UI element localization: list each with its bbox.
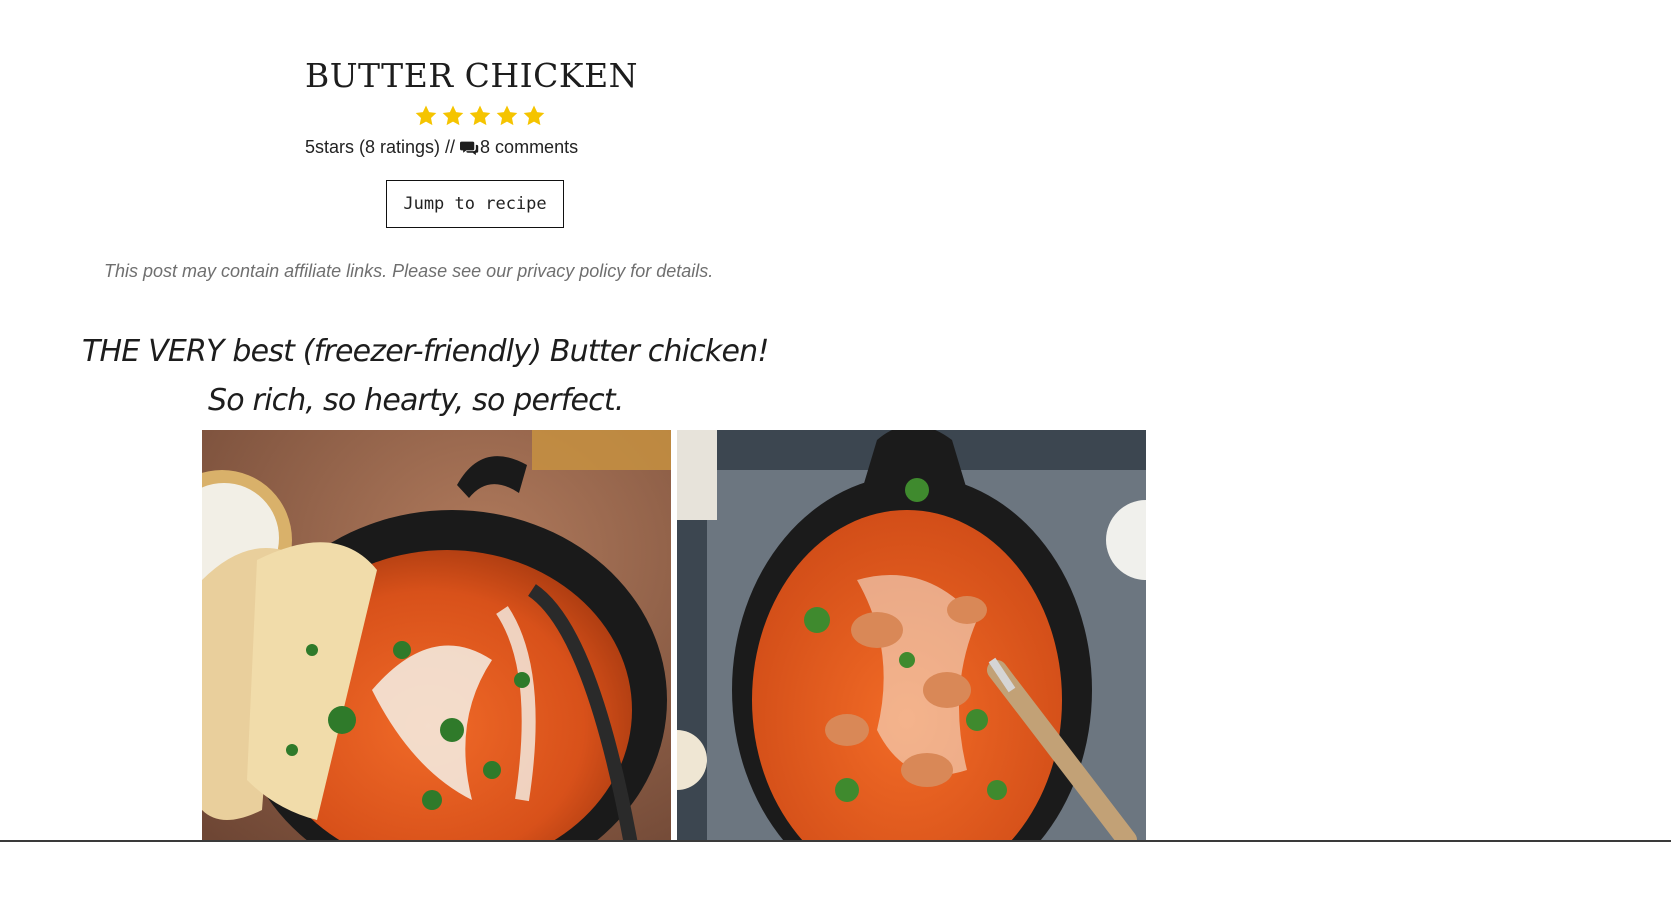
intro-line-2: So rich, so hearty, so perfect. — [208, 383, 624, 418]
recipe-title: BUTTER CHICKEN — [305, 56, 639, 95]
privacy-policy-link[interactable]: privacy policy — [517, 261, 625, 281]
rating-summary: 5stars (8 ratings) // 8 comments — [305, 137, 578, 158]
affiliate-disclaimer: This post may contain affiliate links. P… — [104, 261, 713, 282]
disclaimer-text-before: This post may contain affiliate links. P… — [104, 261, 518, 281]
star-icon[interactable] — [441, 104, 465, 128]
recipe-page: BUTTER CHICKEN 5stars (8 ratings) // 8 c… — [0, 0, 1671, 897]
star-icon[interactable] — [495, 104, 519, 128]
star-rating[interactable] — [414, 104, 546, 128]
comments-link[interactable]: 8 comments — [480, 137, 578, 158]
intro-line-1: THE VERY best (freezer-friendly) Butter … — [82, 334, 769, 369]
star-icon[interactable] — [522, 104, 546, 128]
butter-chicken-photo-right — [677, 430, 1146, 842]
butter-chicken-photo-left — [202, 430, 671, 842]
comments-icon — [460, 141, 479, 155]
star-icon[interactable] — [468, 104, 492, 128]
disclaimer-text-after: for details. — [625, 261, 714, 281]
rating-text: 5stars (8 ratings) // — [305, 137, 456, 157]
jump-to-recipe-button[interactable]: Jump to recipe — [386, 180, 564, 228]
star-icon[interactable] — [414, 104, 438, 128]
bottom-border — [0, 840, 1671, 842]
